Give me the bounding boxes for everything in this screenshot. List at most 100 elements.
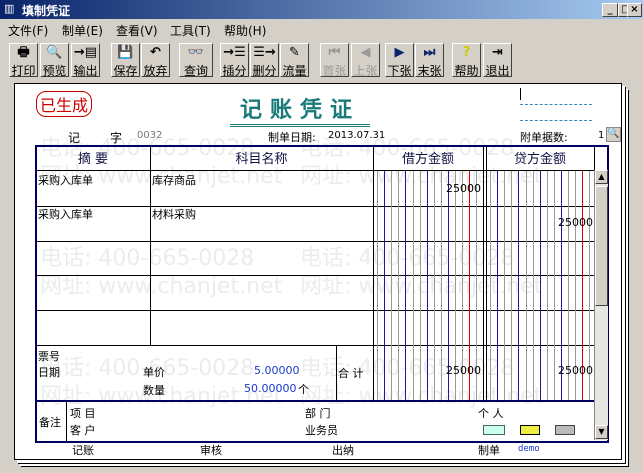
title-bar: ▥ 填制凭证 _ □ × <box>0 0 643 19</box>
toolbar-label: 删分 <box>252 64 277 78</box>
toolbar-button-0[interactable]: 🖶 打印 <box>9 43 38 78</box>
project-label: 项 目 <box>70 407 96 420</box>
last-icon: ⏭ <box>423 45 436 60</box>
toolbar-label: 输出 <box>73 64 98 78</box>
total-credit: 25000 <box>558 364 593 377</box>
sign-audit: 审核 <box>200 444 222 457</box>
total-label: 合 计 <box>338 367 364 380</box>
header-account: 科目名称 <box>235 152 288 167</box>
toolbar-label: 首张 <box>322 64 347 78</box>
toolbar-button-8[interactable]: ✎ 流量 <box>280 43 309 78</box>
row-account[interactable]: 材料采购 <box>152 206 196 222</box>
person-label: 个 人 <box>478 407 504 420</box>
header-summary: 摘 要 <box>77 152 109 167</box>
price-label: 单价 <box>143 366 165 379</box>
save-icon: 💾 <box>117 45 134 60</box>
first-icon: ⏮ <box>328 45 341 60</box>
voucher-type[interactable]: 记 <box>68 129 80 146</box>
notepad-icon: ✎ <box>289 45 300 60</box>
date-value[interactable]: 2013.07.31 <box>328 130 385 141</box>
toolbar-label: 放弃 <box>143 64 168 78</box>
toolbar-button-14[interactable]: ⇥ 退出 <box>483 43 512 78</box>
price-value[interactable]: 5.00000 <box>254 364 300 377</box>
menu-voucher[interactable]: 制单(E) <box>62 22 103 39</box>
date-label: 制单日期: <box>268 131 316 144</box>
toolbar-label: 查询 <box>183 64 208 78</box>
ticket-label: 票号 <box>38 350 60 363</box>
minimize-button[interactable]: _ <box>602 3 618 17</box>
qty-label: 数量 <box>143 384 165 397</box>
scroll-thumb[interactable] <box>595 186 608 306</box>
pen-icon[interactable] <box>555 425 575 435</box>
row-summary[interactable]: 采购入库单 <box>38 172 93 188</box>
card-icon[interactable] <box>520 425 540 435</box>
scroll-down-button[interactable]: ▼ <box>595 425 608 439</box>
toolbar-button-1[interactable]: 🔍 预览 <box>40 43 69 78</box>
col-divider <box>486 146 487 400</box>
qty-value[interactable]: 50.00000 <box>244 382 297 395</box>
sign-bookkeep: 记账 <box>72 444 94 457</box>
voucher-number[interactable]: 0032 <box>137 130 162 141</box>
attach-count[interactable]: 1 <box>598 130 604 141</box>
unit-label: 个 <box>298 383 309 396</box>
search-icon[interactable]: 🔍 <box>606 127 621 142</box>
date2-label: 日期 <box>38 366 60 379</box>
toolbar-label: 打印 <box>11 64 36 78</box>
export-icon: →▤ <box>73 45 98 60</box>
row-account[interactable]: 库存商品 <box>152 172 196 188</box>
toolbar-button-13[interactable]: ? 帮助 <box>452 43 481 78</box>
row-debit[interactable]: 25000 <box>373 182 481 195</box>
toolbar-button-5[interactable]: 👓 查询 <box>179 43 213 78</box>
toolbar-button-10[interactable]: ◀ 上张 <box>351 43 380 78</box>
help-icon: ? <box>462 45 471 60</box>
toolbar-button-11[interactable]: ▶ 下张 <box>385 43 414 78</box>
col-divider <box>483 146 484 400</box>
toolbar-button-9[interactable]: ⏮ 首张 <box>320 43 349 78</box>
cursor <box>520 88 521 100</box>
header-credit: 贷方金额 <box>513 152 566 167</box>
window-title: 填制凭证 <box>22 4 71 18</box>
total-debit: 25000 <box>446 364 481 377</box>
zi-label: 字 <box>110 131 123 145</box>
toolbar-label: 退出 <box>485 64 510 78</box>
voucher-grid <box>35 145 609 443</box>
toolbar-button-4[interactable]: ↶ 放弃 <box>141 43 170 78</box>
toolbar-label: 预览 <box>42 64 67 78</box>
menu-help[interactable]: 帮助(H) <box>224 22 266 39</box>
close-button[interactable]: × <box>627 3 642 17</box>
toolbar-button-7[interactable]: ☰→ 删分 <box>250 43 279 78</box>
menu-tools[interactable]: 工具(T) <box>170 22 211 39</box>
exit-icon: ⇥ <box>492 45 503 60</box>
next-icon: ▶ <box>394 45 405 60</box>
toolbar-button-12[interactable]: ⏭ 末张 <box>415 43 444 78</box>
menu-view[interactable]: 查看(V) <box>116 22 158 39</box>
toolbar-button-2[interactable]: →▤ 输出 <box>71 43 100 78</box>
insert-row-icon: →☰ <box>223 45 246 60</box>
toolbar-label: 下张 <box>387 64 412 78</box>
printer-icon: 🖶 <box>17 45 30 60</box>
row-summary[interactable]: 采购入库单 <box>38 206 93 222</box>
sign-maker: demo <box>518 444 540 454</box>
scroll-up-button[interactable]: ▲ <box>595 170 608 184</box>
col-divider <box>336 345 337 400</box>
toolbar-button-6[interactable]: →☰ 插分 <box>220 43 249 78</box>
sign-cashier: 出纳 <box>332 444 354 457</box>
menu-file[interactable]: 文件(F) <box>8 22 48 39</box>
col-divider <box>66 400 67 442</box>
voucher-title: 记账凭证 <box>230 92 370 127</box>
row-credit[interactable]: 25000 <box>486 216 593 229</box>
col-divider <box>150 146 151 345</box>
toolbar-label: 帮助 <box>454 64 479 78</box>
divider <box>520 104 592 105</box>
toolbar-label: 流量 <box>282 64 307 78</box>
scrollbar[interactable]: ▲ ▼ <box>594 170 608 440</box>
dept-label: 部 门 <box>305 407 331 420</box>
toolbar-label: 保存 <box>113 64 138 78</box>
toolbar-button-3[interactable]: 💾 保存 <box>111 43 140 78</box>
toolbar-label: 末张 <box>417 64 442 78</box>
list-icon[interactable] <box>483 425 505 435</box>
header-debit: 借方金额 <box>401 152 454 167</box>
generated-stamp: 已生成 <box>36 91 93 117</box>
prev-icon: ◀ <box>360 45 371 60</box>
app-icon: ▥ <box>4 2 15 15</box>
